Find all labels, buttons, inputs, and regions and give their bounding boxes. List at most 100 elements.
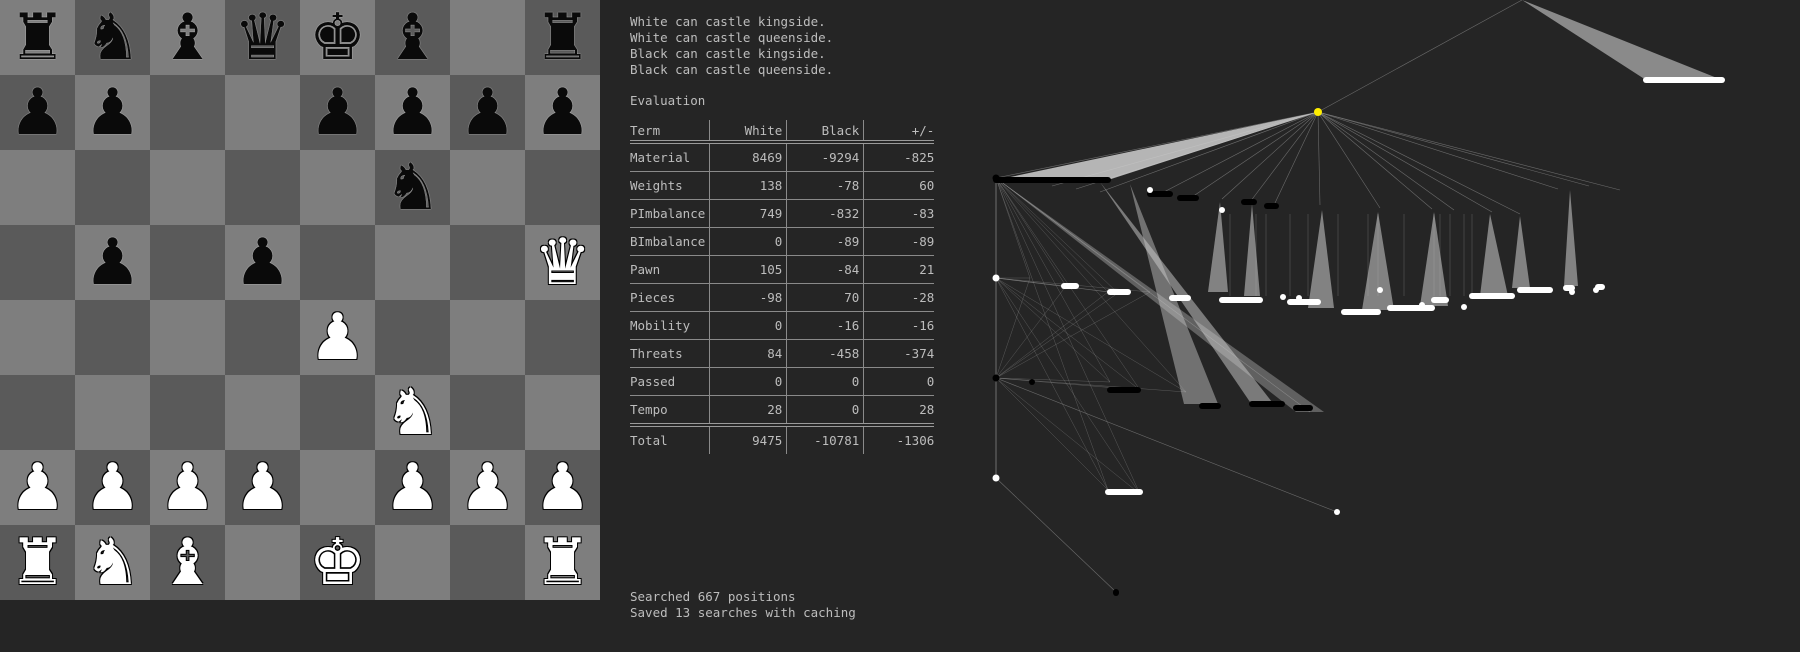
board-square[interactable]: ♛ — [225, 0, 300, 75]
white-knight-icon[interactable]: ♞ — [384, 381, 441, 445]
board-square[interactable]: ♟ — [75, 75, 150, 150]
board-square[interactable] — [300, 450, 375, 525]
board-square[interactable] — [525, 300, 600, 375]
black-knight-icon[interactable]: ♞ — [84, 6, 141, 70]
term-cell: Passed — [630, 367, 711, 396]
board-square[interactable]: ♟ — [300, 75, 375, 150]
board-square[interactable] — [450, 300, 525, 375]
chess-board[interactable]: ♜ ♞ ♝ ♛ ♚ ♝ ♜ ♟ ♟ ♟ ♟ ♟ ♟ ♞ ♟ ♟ ♛ ♟ ♞ ♟ ♟ ♟ ♟ ♟ ♟ ♟ ♜ ♞ ♝ ♚ ♜ — [0, 0, 600, 600]
board-square[interactable]: ♞ — [75, 525, 150, 600]
board-square[interactable]: ♛ — [525, 225, 600, 300]
black-pawn-icon[interactable]: ♟ — [84, 231, 141, 295]
black-king-icon[interactable]: ♚ — [309, 6, 366, 70]
board-square[interactable] — [0, 150, 75, 225]
board-square[interactable]: ♜ — [0, 525, 75, 600]
black-pawn-icon[interactable]: ♟ — [309, 81, 366, 145]
board-square[interactable] — [375, 225, 450, 300]
board-square[interactable] — [525, 150, 600, 225]
white-knight-icon[interactable]: ♞ — [84, 531, 141, 595]
board-square[interactable]: ♞ — [375, 150, 450, 225]
board-square[interactable] — [150, 75, 225, 150]
board-square[interactable]: ♜ — [525, 0, 600, 75]
white-pawn-icon[interactable]: ♟ — [459, 456, 516, 520]
board-square[interactable] — [450, 0, 525, 75]
board-square[interactable]: ♞ — [75, 0, 150, 75]
board-square[interactable] — [75, 150, 150, 225]
board-square[interactable] — [225, 375, 300, 450]
white-bishop-icon[interactable]: ♝ — [159, 531, 216, 595]
board-square[interactable]: ♝ — [150, 0, 225, 75]
board-square[interactable]: ♚ — [300, 0, 375, 75]
board-square[interactable]: ♝ — [375, 0, 450, 75]
term-cell: Mobility — [630, 311, 711, 340]
white-pawn-icon[interactable]: ♟ — [234, 456, 291, 520]
white-pawn-icon[interactable]: ♟ — [534, 456, 591, 520]
board-square[interactable] — [75, 375, 150, 450]
board-square[interactable] — [150, 225, 225, 300]
board-square[interactable]: ♞ — [375, 375, 450, 450]
evaluation-row: Pawn 105 -84 21 — [630, 255, 935, 284]
board-square[interactable] — [225, 75, 300, 150]
black-rook-icon[interactable]: ♜ — [9, 6, 66, 70]
board-square[interactable]: ♟ — [0, 75, 75, 150]
black-bishop-icon[interactable]: ♝ — [159, 6, 216, 70]
white-pawn-icon[interactable]: ♟ — [384, 456, 441, 520]
board-square[interactable]: ♜ — [525, 525, 600, 600]
black-bishop-icon[interactable]: ♝ — [384, 6, 441, 70]
board-square[interactable] — [525, 375, 600, 450]
board-square[interactable]: ♟ — [525, 450, 600, 525]
board-square[interactable]: ♟ — [450, 75, 525, 150]
black-pawn-icon[interactable]: ♟ — [534, 81, 591, 145]
board-square[interactable]: ♟ — [0, 450, 75, 525]
board-square[interactable]: ♚ — [300, 525, 375, 600]
board-square[interactable] — [75, 300, 150, 375]
board-square[interactable] — [450, 225, 525, 300]
white-pawn-icon[interactable]: ♟ — [309, 306, 366, 370]
white-rook-icon[interactable]: ♜ — [534, 531, 591, 595]
board-square[interactable]: ♟ — [525, 75, 600, 150]
board-square[interactable] — [300, 150, 375, 225]
board-square[interactable]: ♟ — [150, 450, 225, 525]
board-square[interactable]: ♟ — [375, 450, 450, 525]
board-square[interactable] — [300, 375, 375, 450]
board-square[interactable]: ♟ — [225, 450, 300, 525]
black-knight-icon[interactable]: ♞ — [384, 156, 441, 220]
board-square[interactable] — [225, 300, 300, 375]
black-queen-icon[interactable]: ♛ — [234, 6, 291, 70]
white-pawn-icon[interactable]: ♟ — [9, 456, 66, 520]
board-square[interactable] — [150, 150, 225, 225]
black-pawn-icon[interactable]: ♟ — [459, 81, 516, 145]
board-square[interactable]: ♟ — [450, 450, 525, 525]
board-square[interactable]: ♟ — [75, 225, 150, 300]
board-square[interactable] — [0, 300, 75, 375]
white-pawn-icon[interactable]: ♟ — [159, 456, 216, 520]
black-pawn-icon[interactable]: ♟ — [234, 231, 291, 295]
board-square[interactable] — [300, 225, 375, 300]
board-square[interactable]: ♟ — [75, 450, 150, 525]
board-square[interactable] — [0, 225, 75, 300]
board-square[interactable]: ♜ — [0, 0, 75, 75]
board-square[interactable] — [450, 375, 525, 450]
board-square[interactable]: ♟ — [300, 300, 375, 375]
board-square[interactable] — [375, 300, 450, 375]
board-square[interactable]: ♝ — [150, 525, 225, 600]
board-square[interactable] — [0, 375, 75, 450]
board-square[interactable]: ♟ — [375, 75, 450, 150]
board-square[interactable] — [450, 525, 525, 600]
white-pawn-icon[interactable]: ♟ — [84, 456, 141, 520]
white-rook-icon[interactable]: ♜ — [9, 531, 66, 595]
board-square[interactable]: ♟ — [225, 225, 300, 300]
white-king-icon[interactable]: ♚ — [309, 531, 366, 595]
term-cell: Pawn — [630, 255, 711, 284]
white-queen-icon[interactable]: ♛ — [534, 231, 591, 295]
black-rook-icon[interactable]: ♜ — [534, 6, 591, 70]
board-square[interactable] — [150, 300, 225, 375]
black-pawn-icon[interactable]: ♟ — [9, 81, 66, 145]
board-square[interactable] — [375, 525, 450, 600]
board-square[interactable] — [225, 150, 300, 225]
black-pawn-icon[interactable]: ♟ — [84, 81, 141, 145]
board-square[interactable] — [150, 375, 225, 450]
board-square[interactable] — [450, 150, 525, 225]
board-square[interactable] — [225, 525, 300, 600]
black-pawn-icon[interactable]: ♟ — [384, 81, 441, 145]
